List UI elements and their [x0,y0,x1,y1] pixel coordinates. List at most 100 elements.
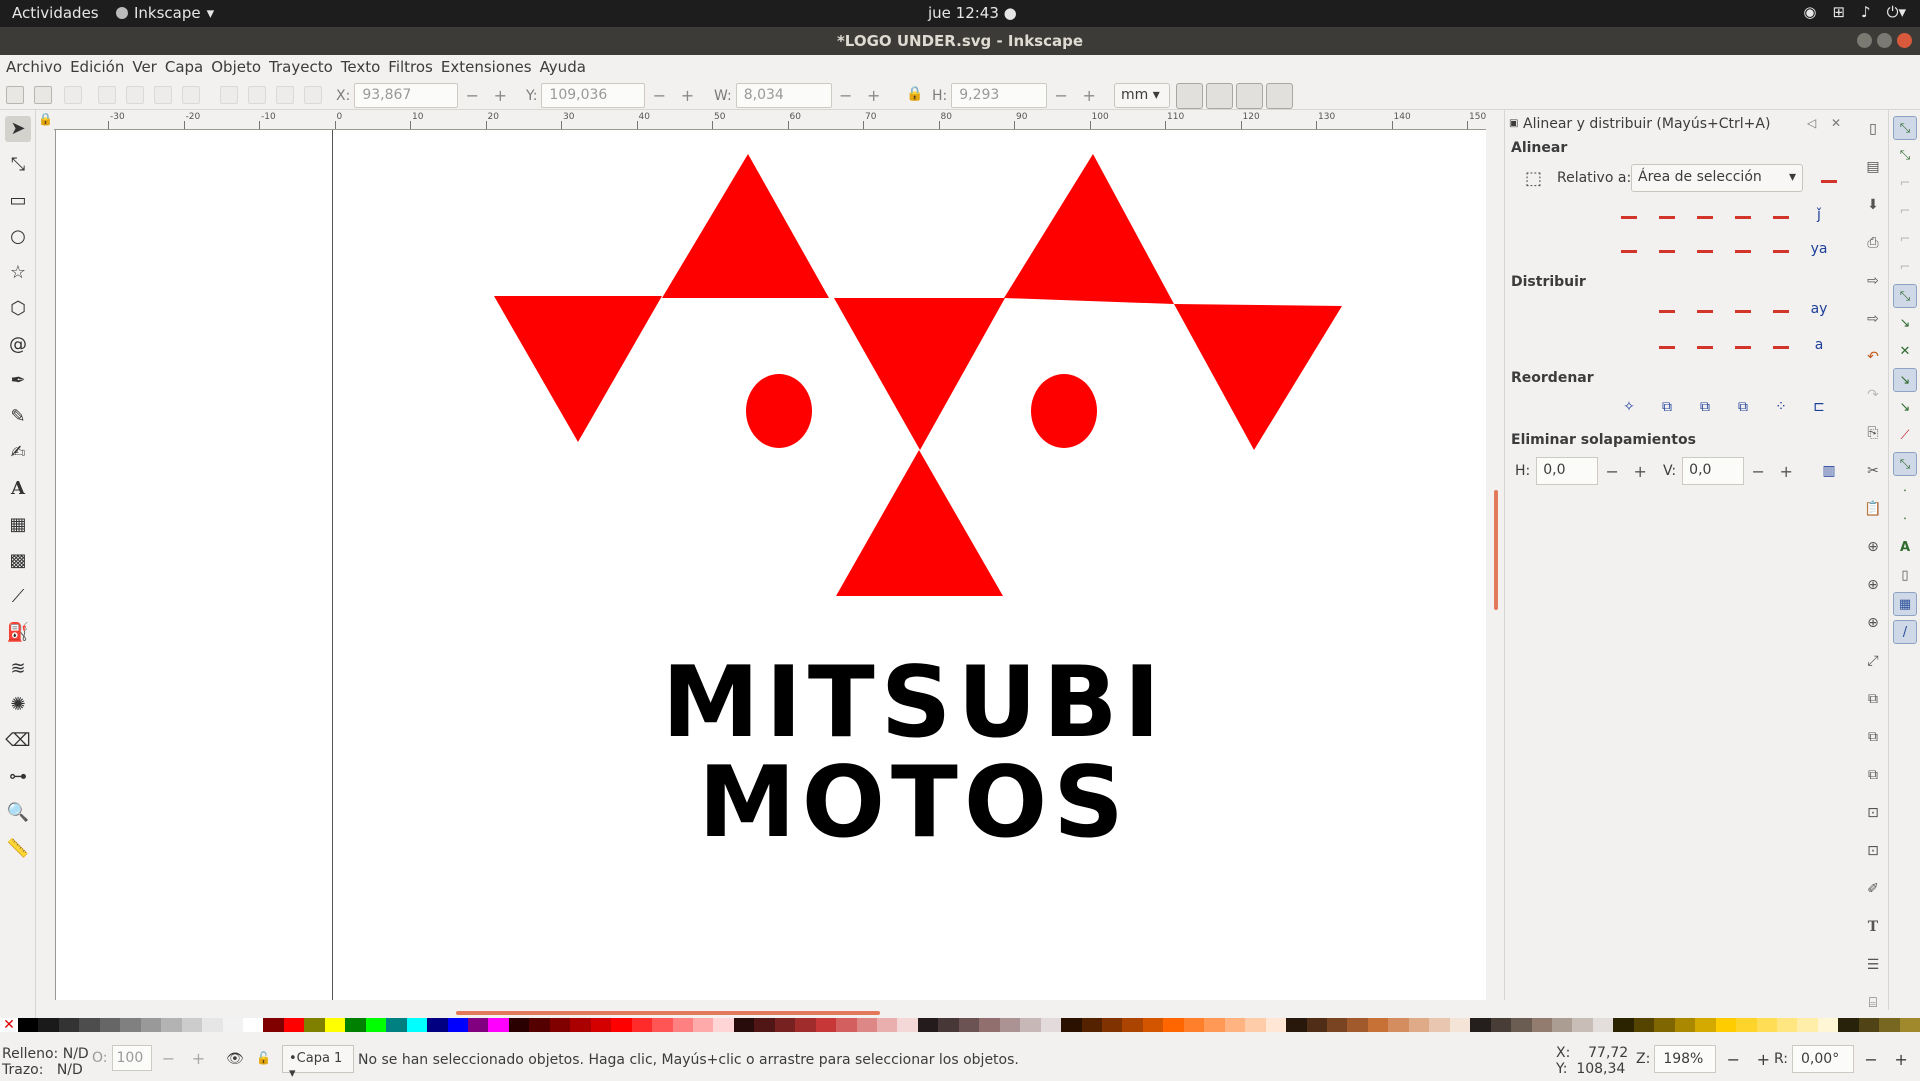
color-swatch[interactable] [345,1018,366,1032]
menu-archivo[interactable]: Archivo [6,55,70,80]
menu-ayuda[interactable]: Ayuda [540,55,594,80]
logo-triangle-5[interactable] [1174,304,1342,450]
color-swatch[interactable] [1204,1018,1225,1032]
treat-selection-as-group-icon[interactable]: ⬚ [1525,168,1542,189]
scale-stroke-toggle[interactable] [1176,83,1203,109]
align-left-to-right-icon[interactable] [1767,202,1795,228]
color-swatch[interactable] [958,1018,980,1032]
color-swatch[interactable] [242,1018,264,1032]
color-swatch[interactable] [999,1018,1021,1032]
color-swatch[interactable] [365,1018,387,1032]
color-swatch[interactable] [1265,1018,1287,1032]
star-tool-icon[interactable]: ☆ [5,260,31,286]
ungroup-icon[interactable]: ⊡ [1864,842,1882,860]
color-swatch[interactable] [774,1018,796,1032]
logo-text-line1[interactable]: MITSUBI [662,646,1166,760]
distribute-right-edges-icon[interactable] [1729,296,1757,322]
zoom-selection-icon[interactable]: ⊕ [1864,538,1882,556]
distribute-gaps-vertical-icon[interactable] [1767,332,1795,358]
color-swatch[interactable] [754,1018,775,1032]
menu-ver[interactable]: Ver [132,55,165,80]
node-tool-icon[interactable]: ⤡ [5,152,31,178]
steam-icon[interactable]: ◉ [1803,3,1816,21]
snap-bbox-edges-icon[interactable]: ⌐ [1893,172,1917,196]
w-input[interactable]: 8,034 [735,83,832,108]
color-swatch[interactable] [1102,1018,1123,1032]
color-swatch[interactable] [1776,1018,1798,1032]
x-increment-button[interactable]: + [486,86,514,105]
color-swatch[interactable] [140,1018,162,1032]
color-swatch[interactable] [733,1018,755,1032]
color-swatch[interactable] [611,1018,632,1032]
color-swatch[interactable] [38,1018,59,1032]
selector-tool-icon[interactable]: ➤ [5,116,31,142]
opacity-increment-button[interactable]: + [186,1049,212,1068]
align-top-to-bottom-icon[interactable] [1767,236,1795,262]
distribute-baselines-vertical-icon[interactable]: a [1805,332,1833,358]
overlap-h-input[interactable]: 0,0 [1536,457,1599,485]
xml-editor-icon[interactable]: ⌸ [1864,994,1882,1012]
close-button[interactable] [1897,33,1912,48]
tweak-tool-icon[interactable]: ≋ [5,656,31,682]
toggle-layer-visibility-icon[interactable]: 👁 [226,1051,244,1067]
transform-patterns-toggle[interactable] [1266,83,1293,109]
color-swatch[interactable] [406,1018,428,1032]
align-right-edges-icon[interactable] [1729,202,1757,228]
unit-select[interactable]: mm ▾ [1114,83,1170,108]
menu-filtros[interactable]: Filtros [388,55,441,80]
snap-rotation-centers-icon[interactable]: ⋅ [1893,508,1917,532]
align-baselines-icon[interactable]: ya [1805,236,1833,262]
rotate-cw-icon[interactable] [126,86,144,104]
color-swatch[interactable] [1081,1018,1103,1032]
color-palette[interactable]: ✕ [0,1018,1920,1032]
save-document-icon[interactable]: ⬇ [1864,196,1882,214]
color-swatch[interactable] [283,1018,305,1032]
color-swatch[interactable] [1020,1018,1041,1032]
snap-bbox-corners-icon[interactable]: ⌐ [1893,200,1917,224]
color-swatch[interactable] [938,1018,959,1032]
snap-grids-toggle[interactable]: ▦ [1893,592,1917,616]
color-swatch[interactable] [795,1018,816,1032]
flip-vertical-icon[interactable] [182,86,200,104]
color-swatch[interactable] [1756,1018,1777,1032]
color-swatch[interactable] [1245,1018,1266,1032]
snap-bbox-midpoints-icon[interactable]: ⌐ [1893,228,1917,252]
color-swatch[interactable] [222,1018,243,1032]
align-bottom-to-top-icon[interactable] [1615,236,1643,262]
rotation-input[interactable]: 0,00° [1792,1045,1855,1073]
color-swatch[interactable] [672,1018,693,1032]
snap-cusp-nodes-toggle[interactable]: ↘ [1893,368,1917,392]
color-swatch[interactable] [58,1018,80,1032]
color-swatch[interactable] [1879,1018,1900,1032]
color-swatch[interactable] [161,1018,182,1032]
pencil-tool-icon[interactable]: ✎ [5,404,31,430]
align-bottom-edges-icon[interactable] [1729,236,1757,262]
color-swatch[interactable] [304,1018,325,1032]
color-swatch[interactable] [99,1018,121,1032]
rectangle-tool-icon[interactable]: ▭ [5,188,31,214]
color-swatch[interactable] [856,1018,878,1032]
color-swatch[interactable] [713,1018,734,1032]
y-input[interactable]: 109,036 [541,83,646,108]
color-swatch[interactable] [1736,1018,1757,1032]
paint-bucket-tool-icon[interactable]: ⛽ [5,620,31,646]
logo-triangle-6[interactable] [836,450,1003,596]
color-swatch[interactable] [181,1018,203,1032]
distribute-bottom-edges-icon[interactable] [1729,332,1757,358]
connector-tool-icon[interactable]: ⊶ [5,764,31,790]
logo-eye-1[interactable] [746,374,812,448]
color-swatch[interactable] [120,1018,141,1032]
color-swatch[interactable] [263,1018,284,1032]
spray-tool-icon[interactable]: ✺ [5,692,31,718]
y-increment-button[interactable]: + [673,86,701,105]
color-swatch[interactable] [1470,1018,1491,1032]
maximize-button[interactable] [1877,33,1892,48]
menu-extensiones[interactable]: Extensiones [441,55,540,80]
logo-text-line2[interactable]: MOTOS [698,746,1130,860]
network-icon[interactable]: ⊞ [1832,3,1845,21]
menu-edicion[interactable]: Edición [70,55,132,80]
color-swatch[interactable] [979,1018,1000,1032]
color-swatch[interactable] [590,1018,612,1032]
raise-icon[interactable] [276,86,294,104]
scale-radii-toggle[interactable] [1206,83,1233,109]
